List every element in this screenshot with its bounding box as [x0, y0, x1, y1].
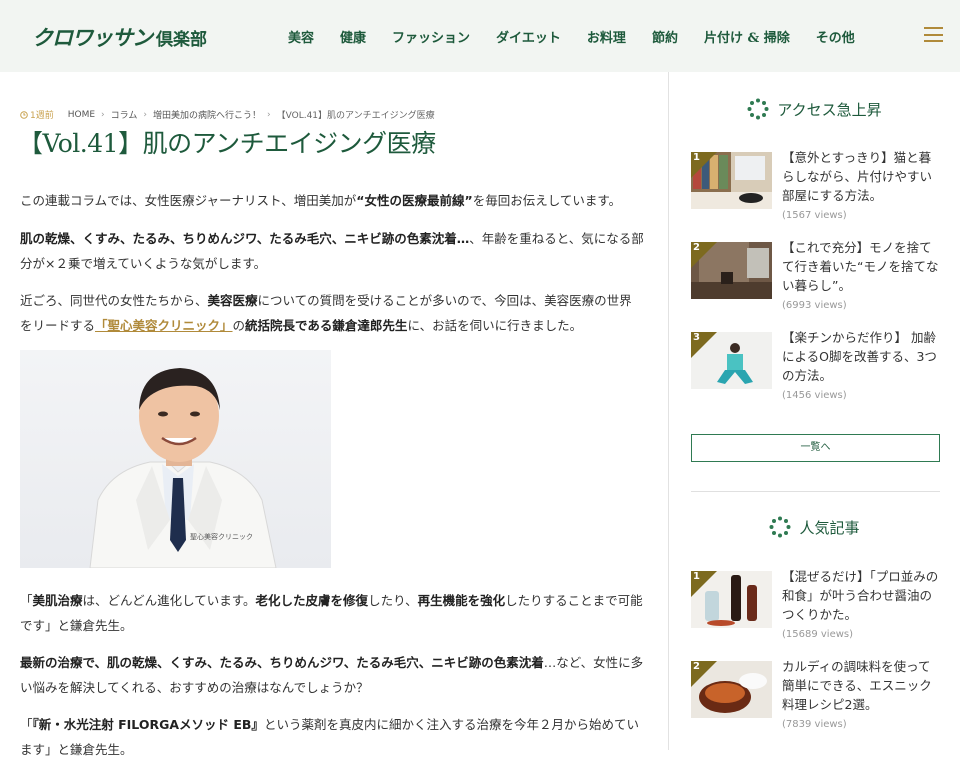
- popular-article-item[interactable]: 2 カルディの調味料を使って簡単にできる、エスニック料理レシピ2選。 (7839…: [691, 659, 951, 741]
- breadcrumb-separator-icon: ›: [267, 109, 271, 120]
- access-ranking-title: アクセス急上昇: [777, 100, 882, 119]
- main-nav: 美容 健康 ファッション ダイエット お料理 節約 片付け & 掃除 その他: [288, 0, 855, 72]
- sidebar: アクセス急上昇 1 【意外とすっきり】猫と暮らしながら、片付けやすい部屋にする方…: [669, 72, 960, 750]
- menu-icon[interactable]: [924, 27, 943, 42]
- clock-icon: [20, 111, 28, 119]
- article-paragraph: 「美肌治療は、どんどん進化しています。老化した皮膚を修復したり、再生機能を強化し…: [20, 588, 644, 638]
- emphasis-text: 肌の乾燥、くすみ、たるみ、ちりめんジワ、たるみ毛穴、ニキビ跡の色素沈着…: [20, 231, 470, 246]
- popular-article-title[interactable]: 【混ぜるだけ】「プロ並みの和食」が叶う合わせ醤油のつくりかた。: [782, 567, 942, 624]
- article-paragraph: 最新の治療で、肌の乾燥、くすみ、たるみ、ちりめんジワ、たるみ毛穴、ニキビ跡の色素…: [20, 650, 644, 700]
- article-paragraph: 「『新・水光注射 FILORGAメソッド EB』という薬剤を真皮内に細かく注入す…: [20, 712, 644, 762]
- article-paragraph: 肌の乾燥、くすみ、たるみ、ちりめんジワ、たるみ毛穴、ニキビ跡の色素沈着…、年齢を…: [20, 226, 644, 276]
- access-ranking-header: アクセス急上昇: [669, 98, 960, 120]
- paragraph-text: 「: [20, 717, 33, 732]
- popular-article-item[interactable]: 1 【混ぜるだけ】「プロ並みの和食」が叶う合わせ醤油のつくりかた。 (15689…: [691, 569, 951, 651]
- nav-item-diet[interactable]: ダイエット: [496, 27, 561, 46]
- nav-item-fashion[interactable]: ファッション: [392, 27, 470, 46]
- article-thumbnail[interactable]: 1: [691, 152, 772, 209]
- paragraph-text: 「: [20, 593, 33, 608]
- doctor-portrait-image: 聖心美容クリニック: [89, 368, 277, 568]
- rank-number: 3: [693, 332, 700, 343]
- logo-main-text: クロワッサン: [32, 26, 153, 50]
- article-paragraph: 近ごろ、同世代の女性たちから、美容医療についての質問を受けることが多いので、今回…: [20, 288, 644, 338]
- view-count: (15689 views): [782, 629, 854, 640]
- ranking-article-title[interactable]: 【意外とすっきり】猫と暮らしながら、片付けやすい部屋にする方法。: [782, 148, 942, 205]
- view-all-button[interactable]: 一覧へ: [691, 434, 940, 462]
- access-ranking-item[interactable]: 2 【これで充分】モノを捨てて行き着いた“モノを捨てない暮らし”。 (6993 …: [691, 240, 951, 322]
- site-logo[interactable]: クロワッサン 倶楽部: [32, 22, 207, 52]
- article-thumbnail[interactable]: 2: [691, 661, 772, 718]
- ranking-article-title[interactable]: 【これで充分】モノを捨てて行き着いた“モノを捨てない暮らし”。: [782, 238, 942, 295]
- nav-item-beauty[interactable]: 美容: [288, 27, 314, 46]
- emphasis-text: 統括院長である鎌倉達郎先生: [245, 318, 408, 333]
- rank-number: 2: [693, 242, 700, 253]
- breadcrumb-separator-icon: ›: [143, 109, 147, 120]
- views-period: 1週前: [30, 111, 54, 121]
- breadcrumb-series[interactable]: 増田美加の病院へ行こう！: [153, 108, 261, 121]
- emphasis-text: 美肌治療: [32, 593, 83, 608]
- doctor-photo: 聖心美容クリニック: [20, 350, 331, 568]
- breadcrumb-separator-icon: ›: [101, 109, 105, 120]
- view-count: (1567 views): [782, 210, 847, 221]
- nav-item-saving[interactable]: 節約: [652, 27, 678, 46]
- coat-embroidery-text: 聖心美容クリニック: [190, 532, 253, 541]
- rank-number: 1: [693, 152, 700, 163]
- rank-number: 1: [693, 571, 700, 582]
- emphasis-text: 最新の治療で、肌の乾燥、くすみ、たるみ、ちりめんジワ、たるみ毛穴、ニキビ跡の色素…: [20, 655, 544, 670]
- paragraph-text: したり、: [368, 593, 418, 608]
- paragraph-text: に、お話を伺いに行きました。: [407, 318, 583, 333]
- paragraph-text: の: [232, 318, 246, 333]
- site-header: クロワッサン 倶楽部 美容 健康 ファッション ダイエット お料理 節約 片付け…: [0, 0, 960, 72]
- article-thumbnail[interactable]: 2: [691, 242, 772, 299]
- paragraph-text: を毎回お伝えしています。: [472, 193, 622, 208]
- sidebar-divider: [691, 491, 940, 492]
- popular-article-title[interactable]: カルディの調味料を使って簡単にできる、エスニック料理レシピ2選。: [782, 657, 942, 714]
- views-indicator: 1週前: [20, 108, 54, 121]
- emphasis-text: 再生機能を強化: [417, 593, 506, 608]
- nav-item-other[interactable]: その他: [816, 27, 855, 46]
- nav-item-health[interactable]: 健康: [340, 27, 366, 46]
- dotted-circle-icon: [747, 98, 769, 120]
- view-count: (7839 views): [782, 719, 847, 730]
- paragraph-text: 近ごろ、同世代の女性たちから、: [20, 293, 208, 308]
- view-count: (1456 views): [782, 390, 847, 401]
- emphasis-text: 美容医療: [207, 293, 258, 308]
- emphasis-text: “女性の医療最前線”: [356, 193, 473, 208]
- article-thumbnail[interactable]: 1: [691, 571, 772, 628]
- emphasis-text: 『新・水光注射 FILORGAメソッド EB』: [32, 717, 264, 732]
- rank-number: 2: [693, 661, 700, 672]
- nav-item-cooking[interactable]: お料理: [587, 27, 626, 46]
- paragraph-text: は、どんどん進化しています。: [82, 593, 256, 608]
- page-title: 【Vol.41】肌のアンチエイジング医療: [18, 129, 436, 158]
- breadcrumb-column[interactable]: コラム: [111, 108, 138, 121]
- article-main: 1週前 HOME › コラム › 増田美加の病院へ行こう！ › 【VOL.41】…: [0, 72, 668, 758]
- paragraph-text: この連載コラムでは、女性医療ジャーナリスト、増田美加が: [20, 193, 357, 208]
- article-paragraph: この連載コラムでは、女性医療ジャーナリスト、増田美加が“女性の医療最前線”を毎回…: [20, 188, 644, 213]
- emphasis-text: 老化した皮膚を修復: [255, 593, 369, 608]
- dotted-circle-icon: [769, 516, 791, 538]
- ranking-article-title[interactable]: 【楽チンからだ作り】 加齢によるO脚を改善する、3つの方法。: [782, 328, 942, 385]
- breadcrumb-current: 【VOL.41】肌のアンチエイジング医療: [276, 111, 435, 121]
- article-thumbnail[interactable]: 3: [691, 332, 772, 389]
- breadcrumb: 1週前 HOME › コラム › 増田美加の病院へ行こう！ › 【VOL.41】…: [20, 108, 435, 121]
- logo-sub-text: 倶楽部: [156, 29, 207, 50]
- popular-articles-header: 人気記事: [669, 516, 960, 538]
- clinic-link[interactable]: 「聖心美容クリニック」: [95, 318, 233, 333]
- access-ranking-item[interactable]: 1 【意外とすっきり】猫と暮らしながら、片付けやすい部屋にする方法。 (1567…: [691, 150, 951, 232]
- popular-articles-title: 人気記事: [799, 518, 860, 537]
- access-ranking-item[interactable]: 3 【楽チンからだ作り】 加齢によるO脚を改善する、3つの方法。 (1456 v…: [691, 330, 951, 412]
- view-count: (6993 views): [782, 300, 847, 311]
- breadcrumb-home[interactable]: HOME: [68, 110, 95, 120]
- nav-item-cleaning[interactable]: 片付け & 掃除: [704, 27, 790, 46]
